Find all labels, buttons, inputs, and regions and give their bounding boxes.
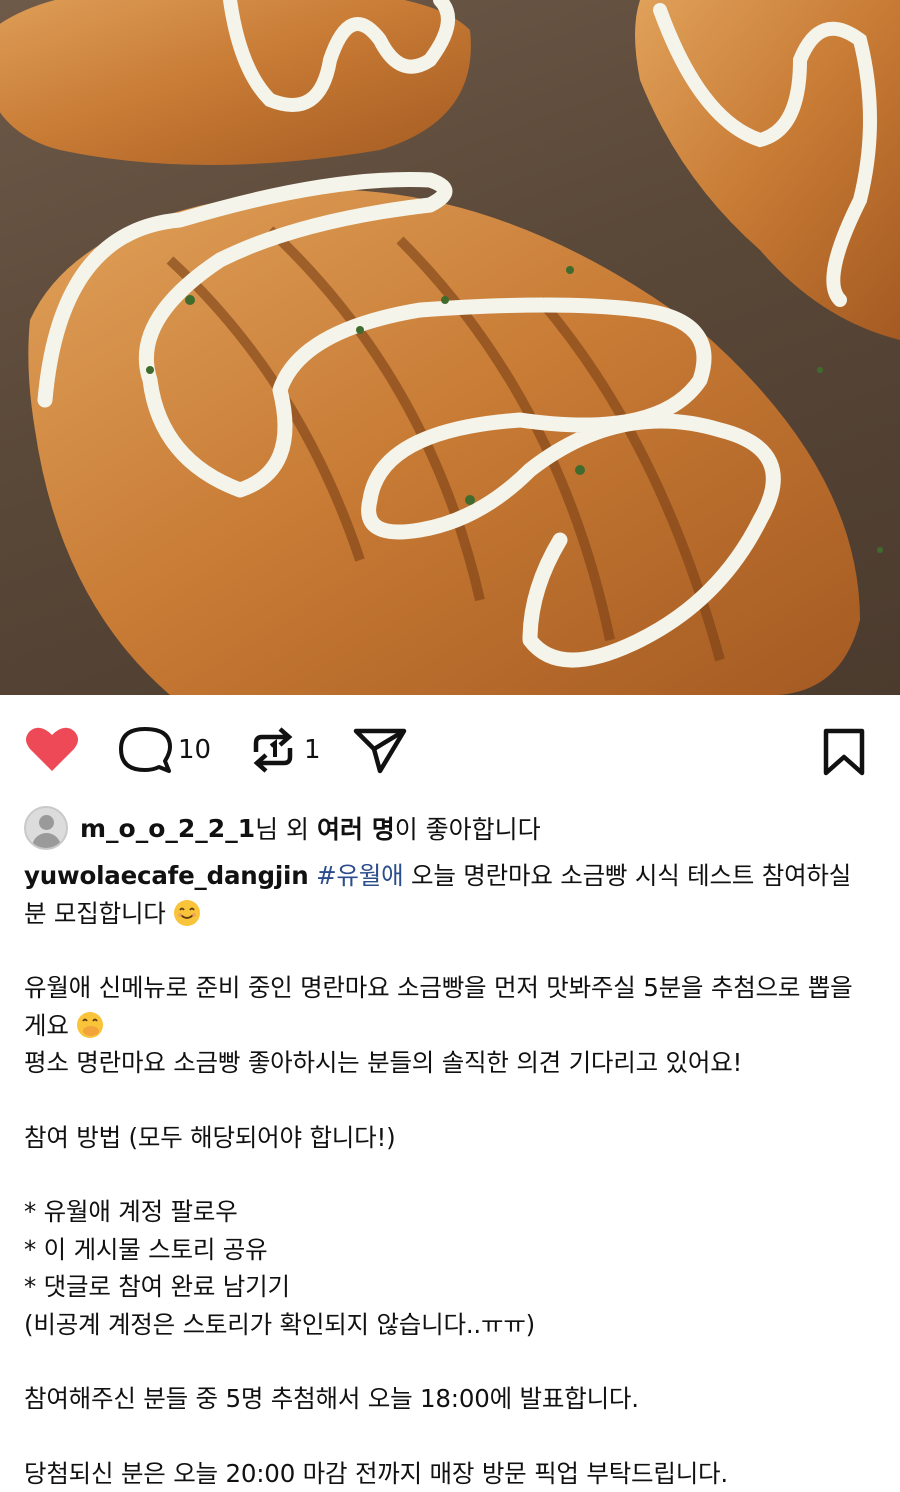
send-icon	[352, 725, 408, 775]
avatar[interactable]	[24, 806, 68, 850]
likes-others-link[interactable]: 여러 명	[317, 810, 395, 846]
like-button[interactable]	[24, 725, 80, 773]
comment-button[interactable]: 10	[118, 725, 211, 775]
bread-illustration	[0, 0, 900, 695]
share-button[interactable]	[352, 725, 408, 775]
caption-feedback-line: 평소 명란마요 소금빵 좋아하시는 분들의 솔직한 의견 기다리고 있어요!	[24, 1044, 874, 1082]
action-bar: 10 1	[0, 695, 900, 805]
caption-announcement-time: 참여해주신 분들 중 5명 추첨해서 오늘 18:00에 발표합니다.	[24, 1380, 874, 1418]
author-username[interactable]: yuwolaecafe_dangjin	[24, 861, 309, 890]
caption-pickup-info: 당첨되신 분은 오늘 20:00 마감 전까지 매장 방문 픽업 부탁드립니다.	[24, 1455, 874, 1492]
post-caption: yuwolaecafe_dangjin #유월애 오늘 명란마요 소금빵 시식 …	[24, 857, 874, 1492]
repost-icon	[248, 725, 298, 775]
hashtag-link[interactable]: #유월애	[316, 861, 403, 890]
caption-paragraph-2: 유월애 신메뉴로 준비 중인 명란마요 소금빵을 먼저 맛봐주실 5분을 추첨으…	[24, 969, 874, 1044]
caption-announce-text: 유월애 신메뉴로 준비 중인 명란마요 소금빵을 먼저 맛봐주실 5분을 추첨으…	[24, 973, 852, 1040]
post-photo[interactable]	[0, 0, 900, 695]
likes-text-2: 이 좋아합니다	[395, 810, 541, 846]
rule-item-note: (비공계 계정은 스토리가 확인되지 않습니다..ㅠㅠ)	[24, 1306, 874, 1344]
repost-count: 1	[304, 735, 321, 765]
rule-item-follow: * 유월애 계정 팔로우	[24, 1193, 874, 1231]
save-button[interactable]	[820, 727, 868, 777]
comment-count: 10	[178, 735, 211, 765]
likes-text-1: 님 외	[255, 810, 317, 846]
liker-username[interactable]: m_o_o_2_2_1	[80, 814, 255, 843]
rule-item-comment: * 댓글로 참여 완료 남기기	[24, 1268, 874, 1306]
hand-over-mouth-emoji-icon	[76, 1011, 104, 1039]
smiling-face-emoji-icon	[173, 899, 201, 927]
comment-icon	[118, 725, 172, 775]
rule-item-story: * 이 게시물 스토리 공유	[24, 1231, 874, 1269]
likes-summary: m_o_o_2_2_1님 외 여러 명이 좋아합니다	[24, 806, 541, 850]
avatar-head-shape	[39, 815, 54, 830]
avatar-body-shape	[32, 833, 61, 850]
caption-paragraph-1: yuwolaecafe_dangjin #유월애 오늘 명란마요 소금빵 시식 …	[24, 857, 874, 932]
bookmark-icon	[820, 727, 868, 777]
repost-button[interactable]: 1	[248, 725, 321, 775]
caption-method-title: 참여 방법 (모두 해당되어야 합니다!)	[24, 1119, 874, 1157]
heart-icon	[24, 725, 80, 773]
